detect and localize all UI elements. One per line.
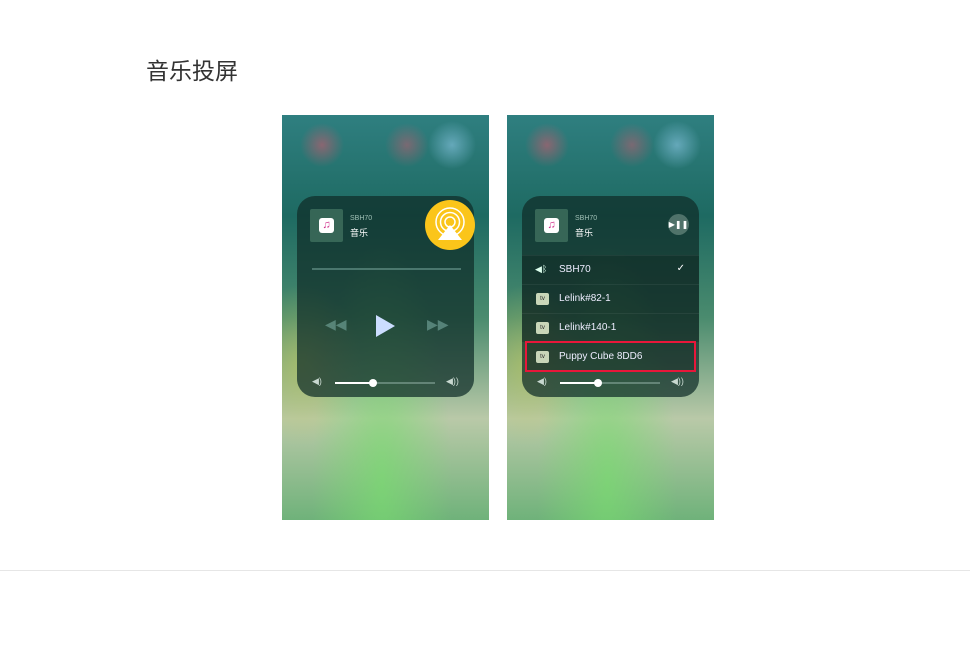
volume-high-icon: ◀)) bbox=[671, 376, 684, 386]
output-item[interactable]: tv Lelink#82-1 bbox=[522, 284, 699, 313]
music-control-panel: ♫ SBH70 音乐 ◀◀ ▶▶ ◀) ◀)) bbox=[297, 196, 475, 397]
song-title: 音乐 bbox=[350, 229, 369, 239]
output-item-highlighted[interactable]: tv Puppy Cube 8DD6 bbox=[525, 341, 696, 372]
device-name: SBH70 bbox=[350, 215, 373, 222]
volume-fill bbox=[335, 382, 373, 384]
volume-slider[interactable] bbox=[560, 379, 660, 387]
airplay-button[interactable] bbox=[425, 200, 475, 250]
screenshot-output-list: ♫ SBH70 音乐 ▶❚❚ ◀ᛒ SBH70 ✓ tv Lelink#82-1 tv… bbox=[507, 115, 714, 520]
play-pause-button[interactable]: ▶❚❚ bbox=[668, 214, 689, 235]
volume-low-icon: ◀) bbox=[537, 376, 547, 386]
progress-bar[interactable] bbox=[312, 268, 461, 270]
volume-low-icon: ◀) bbox=[312, 376, 322, 386]
checkmark-icon: ✓ bbox=[676, 263, 685, 274]
device-name: SBH70 bbox=[575, 215, 598, 222]
screenshot-now-playing: ♫ SBH70 音乐 ◀◀ ▶▶ ◀) ◀)) bbox=[282, 115, 489, 520]
music-control-panel: ♫ SBH70 音乐 ▶❚❚ ◀ᛒ SBH70 ✓ tv Lelink#82-1 tv… bbox=[522, 196, 699, 397]
volume-high-icon: ◀)) bbox=[446, 376, 459, 386]
apple-tv-icon: tv bbox=[536, 351, 549, 363]
output-label: SBH70 bbox=[559, 264, 591, 275]
song-title: 音乐 bbox=[575, 229, 594, 239]
music-note-icon: ♫ bbox=[319, 218, 334, 233]
apple-tv-icon: tv bbox=[536, 322, 549, 334]
airplay-icon bbox=[435, 207, 465, 240]
page-title: 音乐投屏 bbox=[146, 59, 238, 85]
bluetooth-speaker-icon: ◀ᛒ bbox=[535, 264, 548, 274]
music-note-icon: ♫ bbox=[544, 218, 559, 233]
output-label: Lelink#82-1 bbox=[559, 293, 611, 304]
fast-forward-button[interactable]: ▶▶ bbox=[427, 316, 449, 333]
output-item[interactable]: tv Lelink#140-1 bbox=[522, 313, 699, 342]
output-item-sbh70[interactable]: ◀ᛒ SBH70 ✓ bbox=[522, 255, 699, 284]
volume-knob[interactable] bbox=[369, 379, 377, 387]
output-label: Lelink#140-1 bbox=[559, 322, 617, 333]
play-button[interactable] bbox=[376, 315, 395, 337]
volume-slider[interactable] bbox=[335, 379, 435, 387]
album-art: ♫ bbox=[310, 209, 343, 242]
volume-control: ◀) ◀)) bbox=[297, 376, 474, 390]
output-label: Puppy Cube 8DD6 bbox=[559, 351, 643, 362]
volume-knob[interactable] bbox=[594, 379, 602, 387]
apple-tv-icon: tv bbox=[536, 293, 549, 305]
divider bbox=[0, 570, 970, 571]
volume-fill bbox=[560, 382, 598, 384]
output-list: ◀ᛒ SBH70 ✓ tv Lelink#82-1 tv Lelink#140-1 tv… bbox=[522, 255, 699, 372]
album-art: ♫ bbox=[535, 209, 568, 242]
volume-control: ◀) ◀)) bbox=[522, 376, 699, 390]
rewind-button[interactable]: ◀◀ bbox=[325, 316, 347, 333]
